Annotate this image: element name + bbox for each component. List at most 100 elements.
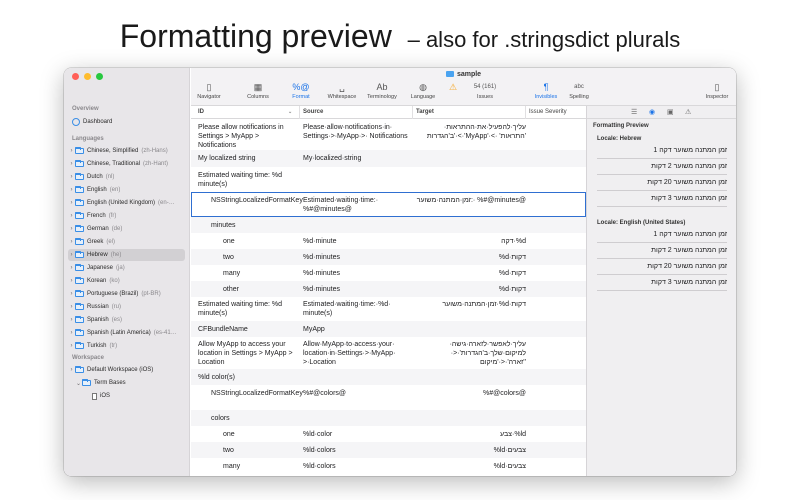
sidebar-item-language[interactable]: › French (fr) — [68, 210, 185, 222]
table-row[interactable]: CFBundleName MyApp — [191, 321, 586, 337]
row-target[interactable]: %d·דקות — [416, 253, 526, 262]
sidebar-item-language[interactable]: › Portuguese (Brazil) (pt-BR) — [68, 288, 185, 300]
sidebar-item-language[interactable]: › German (de) — [68, 223, 185, 235]
table-row[interactable]: %ld color(s) — [191, 369, 586, 385]
column-id[interactable]: ID — [198, 109, 204, 115]
chevron-right-icon[interactable]: › — [68, 174, 75, 180]
row-source[interactable]: Estimated·waiting·time:·%d· minute(s) — [303, 300, 411, 318]
navigator-button[interactable]: ▯ Navigator — [195, 82, 223, 104]
row-source[interactable]: %d·minutes — [303, 269, 411, 278]
column-issue-severity[interactable]: Issue Severity — [525, 106, 567, 119]
row-target[interactable]: %#@colors@ — [416, 389, 526, 398]
table-row[interactable]: Please allow notifications in Settings >… — [191, 119, 586, 150]
invisibles-button[interactable]: ¶ Invisibles — [531, 82, 561, 104]
column-source[interactable]: Source — [299, 106, 323, 119]
chevron-right-icon[interactable]: › — [68, 252, 75, 258]
tab-image[interactable]: ▣ — [667, 108, 674, 116]
sidebar-item-language[interactable]: › Spanish (Latin America) (es-41… — [68, 327, 185, 339]
table-row[interactable]: one %d·minute דקה·%d — [191, 233, 586, 249]
chevron-right-icon[interactable]: › — [68, 148, 75, 154]
sidebar-item-language-selected[interactable]: › Hebrew (he) — [68, 249, 185, 261]
table-row[interactable]: other %d·minutes %d·דקות — [191, 281, 586, 297]
row-source[interactable]: Please·allow·notifications·in· Settings·… — [303, 123, 411, 141]
chevron-right-icon[interactable]: › — [68, 226, 75, 232]
table-row[interactable]: My localized string My·localized·string — [191, 150, 586, 167]
table-row[interactable]: Estimated waiting time: %d minute(s) Est… — [191, 297, 586, 321]
row-target[interactable]: צבע·%ld — [416, 430, 526, 439]
row-source[interactable]: %d·minutes — [303, 285, 411, 294]
sidebar-item-language[interactable]: › Korean (ko) — [68, 275, 185, 287]
sidebar-item-term-bases[interactable]: ⌄ Term Bases — [68, 377, 185, 389]
inspector-button[interactable]: ▯ Inspector — [703, 82, 731, 104]
format-button[interactable]: %@ Format — [289, 82, 313, 104]
chevron-right-icon[interactable]: › — [68, 200, 75, 206]
chevron-down-icon[interactable]: ⌄ — [288, 109, 292, 115]
table-row[interactable]: many %ld·colors %ld·צבעים — [191, 458, 586, 474]
sidebar-item-language[interactable]: › Chinese, Traditional (zh-Hant) — [68, 158, 185, 170]
table-row[interactable]: Allow MyApp to access your location in S… — [191, 337, 586, 369]
sidebar-item-workspace[interactable]: › Default Workspace (iOS) — [68, 364, 185, 376]
table-row-selected[interactable]: NSStringLocalizedFormatKey Estimated·wai… — [191, 192, 586, 217]
table-row[interactable]: many %d·minutes %d·דקות — [191, 265, 586, 281]
row-source[interactable]: MyApp — [303, 325, 411, 334]
table-row[interactable]: minutes — [191, 217, 586, 233]
sidebar-item-language[interactable]: › Spanish (es) — [68, 314, 185, 326]
table-row[interactable]: Estimated waiting time: %d minute(s) — [191, 167, 586, 191]
row-target[interactable]: עליך·לאפשר·לזארה·גישה· למיקום·שלך·ב'הגדר… — [416, 340, 526, 367]
columns-button[interactable]: ▦ Columns — [245, 82, 271, 104]
table-row[interactable]: colors — [191, 410, 586, 426]
row-source[interactable]: Estimated·waiting·time:· %#@minutes@ — [303, 196, 411, 214]
row-target[interactable]: זמן·המתנה·משוער·%d·דקות — [416, 300, 526, 309]
row-target[interactable]: %ld·צבעים — [416, 446, 526, 455]
chevron-right-icon[interactable]: › — [68, 187, 75, 193]
terminology-button[interactable]: Ab Terminology — [364, 82, 400, 104]
tab-warnings[interactable]: ⚠ — [685, 108, 691, 116]
row-target[interactable]: %ld·צבעים — [416, 462, 526, 471]
chevron-right-icon[interactable]: › — [68, 239, 75, 245]
row-source[interactable]: %ld·colors — [303, 462, 411, 471]
sidebar-item-dashboard[interactable]: Dashboard — [68, 116, 185, 128]
tab-preview[interactable]: ◉ — [649, 108, 655, 116]
sidebar-item-language[interactable]: › Greek (el) — [68, 236, 185, 248]
sidebar-item-language[interactable]: › Russian (ru) — [68, 301, 185, 313]
row-source[interactable]: %ld·color — [303, 430, 411, 439]
table-row[interactable]: NSStringLocalizedFormatKey %#@colors@ %#… — [191, 385, 586, 410]
table-row[interactable]: two %ld·colors %ld·צבעים — [191, 442, 586, 458]
chevron-right-icon[interactable]: › — [68, 330, 75, 336]
row-target[interactable]: דקה·%d — [416, 237, 526, 246]
sidebar-item-term-ios[interactable]: iOS — [68, 390, 185, 402]
chevron-down-icon[interactable]: ⌄ — [75, 380, 82, 387]
close-window-button[interactable] — [72, 73, 79, 80]
row-target[interactable]: עליך·להפעיל·את·ההתראות· ב'הגדרות'·<·'MyA… — [416, 123, 526, 141]
row-source[interactable]: %ld·colors — [303, 446, 411, 455]
language-button[interactable]: ◍ Language — [408, 82, 438, 104]
issues-button[interactable]: 54 (161) Issues — [457, 82, 513, 104]
spelling-button[interactable]: abc Spelling — [566, 82, 592, 104]
sidebar-item-language[interactable]: › Turkish (tr) — [68, 340, 185, 352]
row-source[interactable]: %d·minutes — [303, 253, 411, 262]
sidebar-item-language[interactable]: › English (United Kingdom) (en-… — [68, 197, 185, 209]
chevron-right-icon[interactable]: › — [68, 367, 75, 373]
tab-properties[interactable]: ☰ — [631, 108, 637, 116]
row-source[interactable]: My·localized·string — [303, 154, 411, 163]
row-target[interactable]: %d·דקות — [416, 269, 526, 278]
chevron-right-icon[interactable]: › — [68, 265, 75, 271]
chevron-right-icon[interactable]: › — [68, 213, 75, 219]
chevron-right-icon[interactable]: › — [68, 161, 75, 167]
whitespace-button[interactable]: ␣ Whitespace — [325, 82, 359, 104]
table-row[interactable]: two %d·minutes %d·דקות — [191, 249, 586, 265]
row-source[interactable]: %#@colors@ — [303, 389, 411, 398]
sidebar-item-language[interactable]: › Chinese, Simplified (zh-Hans) — [68, 145, 185, 157]
column-target[interactable]: Target — [412, 106, 434, 119]
chevron-right-icon[interactable]: › — [68, 291, 75, 297]
row-source[interactable]: Allow·MyApp·to·access·your· location·in·… — [303, 340, 411, 367]
sidebar-item-language[interactable]: › Dutch (nl) — [68, 171, 185, 183]
chevron-right-icon[interactable]: › — [68, 317, 75, 323]
row-target[interactable]: זמן·המתנה·משוער:· %#@minutes@ — [416, 196, 526, 205]
table-row[interactable]: one %ld·color צבע·%ld — [191, 426, 586, 442]
sidebar-item-language[interactable]: › Japanese (ja) — [68, 262, 185, 274]
minimize-window-button[interactable] — [84, 73, 91, 80]
chevron-right-icon[interactable]: › — [68, 343, 75, 349]
row-source[interactable]: %d·minute — [303, 237, 411, 246]
sidebar-item-language[interactable]: › English (en) — [68, 184, 185, 196]
